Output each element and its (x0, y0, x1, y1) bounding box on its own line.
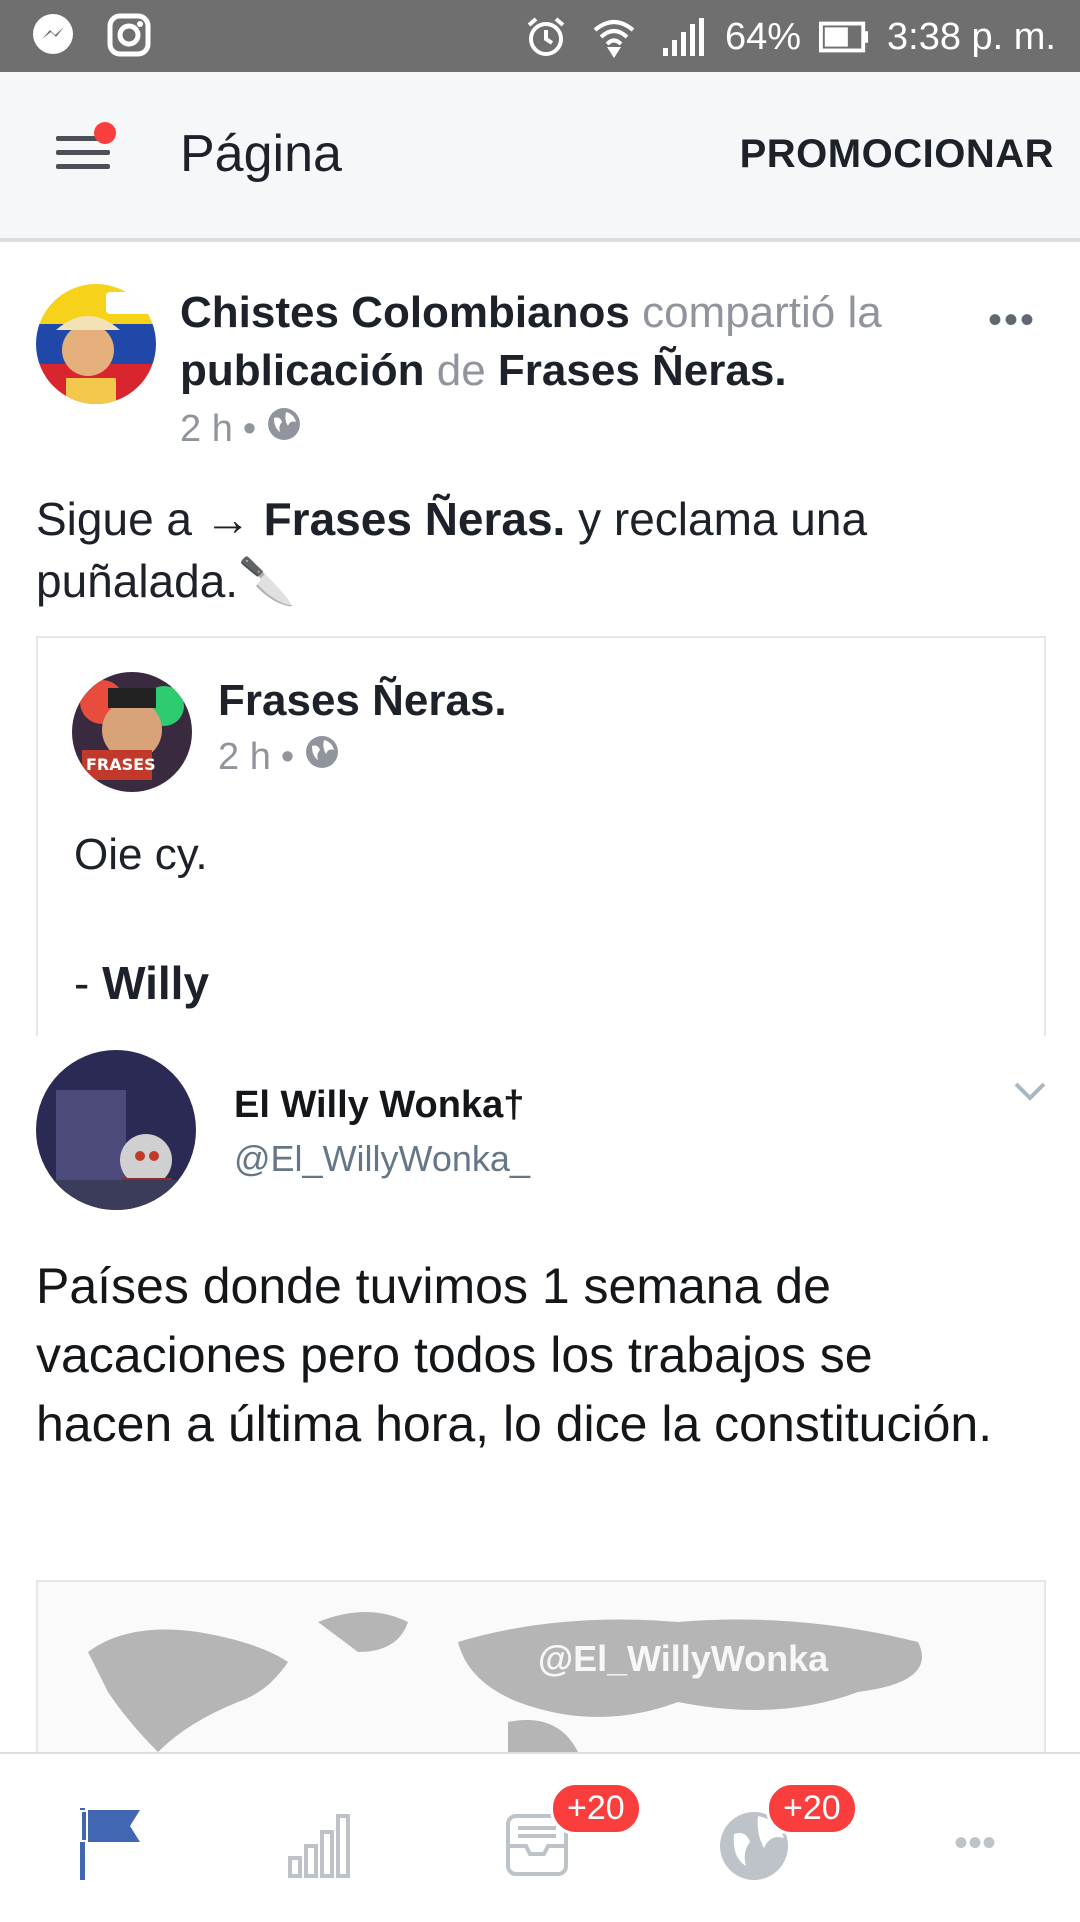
pages-flag-icon[interactable] (66, 1798, 156, 1888)
tweet-author-handle: @El_WillyWonka_ (234, 1138, 530, 1179)
author-name[interactable]: Chistes Colombianos (180, 288, 630, 337)
inbox-icon[interactable]: +20 (496, 1782, 642, 1888)
wifi-icon (589, 12, 639, 62)
tweet-author-name: El Willy Wonka† (234, 1084, 525, 1126)
shared-page-name[interactable]: Frases Ñeras. (218, 676, 507, 726)
map-watermark: @El_WillyWonka (538, 1638, 829, 1679)
status-bar: 64% 3:38 p. m. (0, 0, 1080, 72)
tweet-avatar (36, 1050, 196, 1210)
meta-separator: • (242, 407, 257, 450)
post-text-prefix: Sigue a → (36, 493, 264, 545)
page-avatar[interactable] (36, 284, 156, 404)
post-meta: 2 h • (180, 406, 302, 452)
battery-icon (819, 12, 869, 62)
shared-post-card[interactable]: FRASES Frases Ñeras. 2 h • Oie cy. - Wil… (36, 636, 1046, 1038)
alarm-icon (521, 12, 571, 62)
post-text: Sigue a → Frases Ñeras. y reclama una pu… (36, 488, 1036, 612)
shared-post-time[interactable]: 2 h (218, 736, 271, 779)
inbox-badge: +20 (550, 1782, 642, 1835)
svg-text:FRASES: FRASES (86, 755, 156, 774)
more-options-icon[interactable]: ••• (988, 298, 1036, 343)
battery-percent: 64% (724, 15, 802, 58)
post-author-line: Chistes Colombianos compartió la publica… (180, 284, 940, 400)
post-time[interactable]: 2 h (180, 408, 233, 451)
shared-text-line-2: - Willy (74, 956, 209, 1010)
clock-time: 3:38 p. m. (887, 15, 1056, 58)
shared-text-line-1: Oie cy. (74, 830, 208, 879)
chevron-down-icon (1010, 1072, 1050, 1112)
shared-page-avatar[interactable]: FRASES (72, 672, 192, 792)
meta-separator: • (280, 735, 295, 778)
page-header: Página PROMOCIONAR (0, 72, 1080, 242)
source-page-link[interactable]: Frases Ñeras. (498, 346, 787, 395)
more-icon[interactable]: ••• (930, 1798, 1020, 1888)
notifications-globe-icon[interactable]: +20 (712, 1782, 858, 1888)
mention-link[interactable]: Frases Ñeras. (264, 493, 566, 545)
preposition: de (436, 346, 486, 395)
signal-icon (657, 12, 707, 62)
messenger-icon (28, 10, 78, 60)
page-title: Página (180, 125, 342, 183)
shared-action: compartió la (642, 288, 882, 337)
tweet-text: Países donde tuvimos 1 semana de vacacio… (36, 1258, 993, 1452)
insights-icon[interactable] (280, 1798, 370, 1888)
tweet-screenshot[interactable]: El Willy Wonka† @El_WillyWonka_ Países d… (0, 1036, 1080, 1784)
bottom-navigation: +20 +20 ••• (0, 1752, 1080, 1922)
menu-button[interactable] (52, 122, 116, 186)
shared-text-prefix: - (74, 957, 103, 1009)
shared-post-meta: 2 h • (218, 734, 340, 780)
publication-link[interactable]: publicación (180, 346, 424, 395)
promote-button[interactable]: PROMOCIONAR (740, 132, 1054, 177)
knife-emoji: 🔪 (238, 555, 296, 607)
notification-dot (94, 122, 116, 144)
notifications-badge: +20 (766, 1782, 858, 1835)
shared-text-bold: Willy (102, 957, 210, 1009)
instagram-icon (104, 10, 154, 60)
public-globe-icon (304, 734, 340, 780)
public-globe-icon (266, 406, 302, 452)
